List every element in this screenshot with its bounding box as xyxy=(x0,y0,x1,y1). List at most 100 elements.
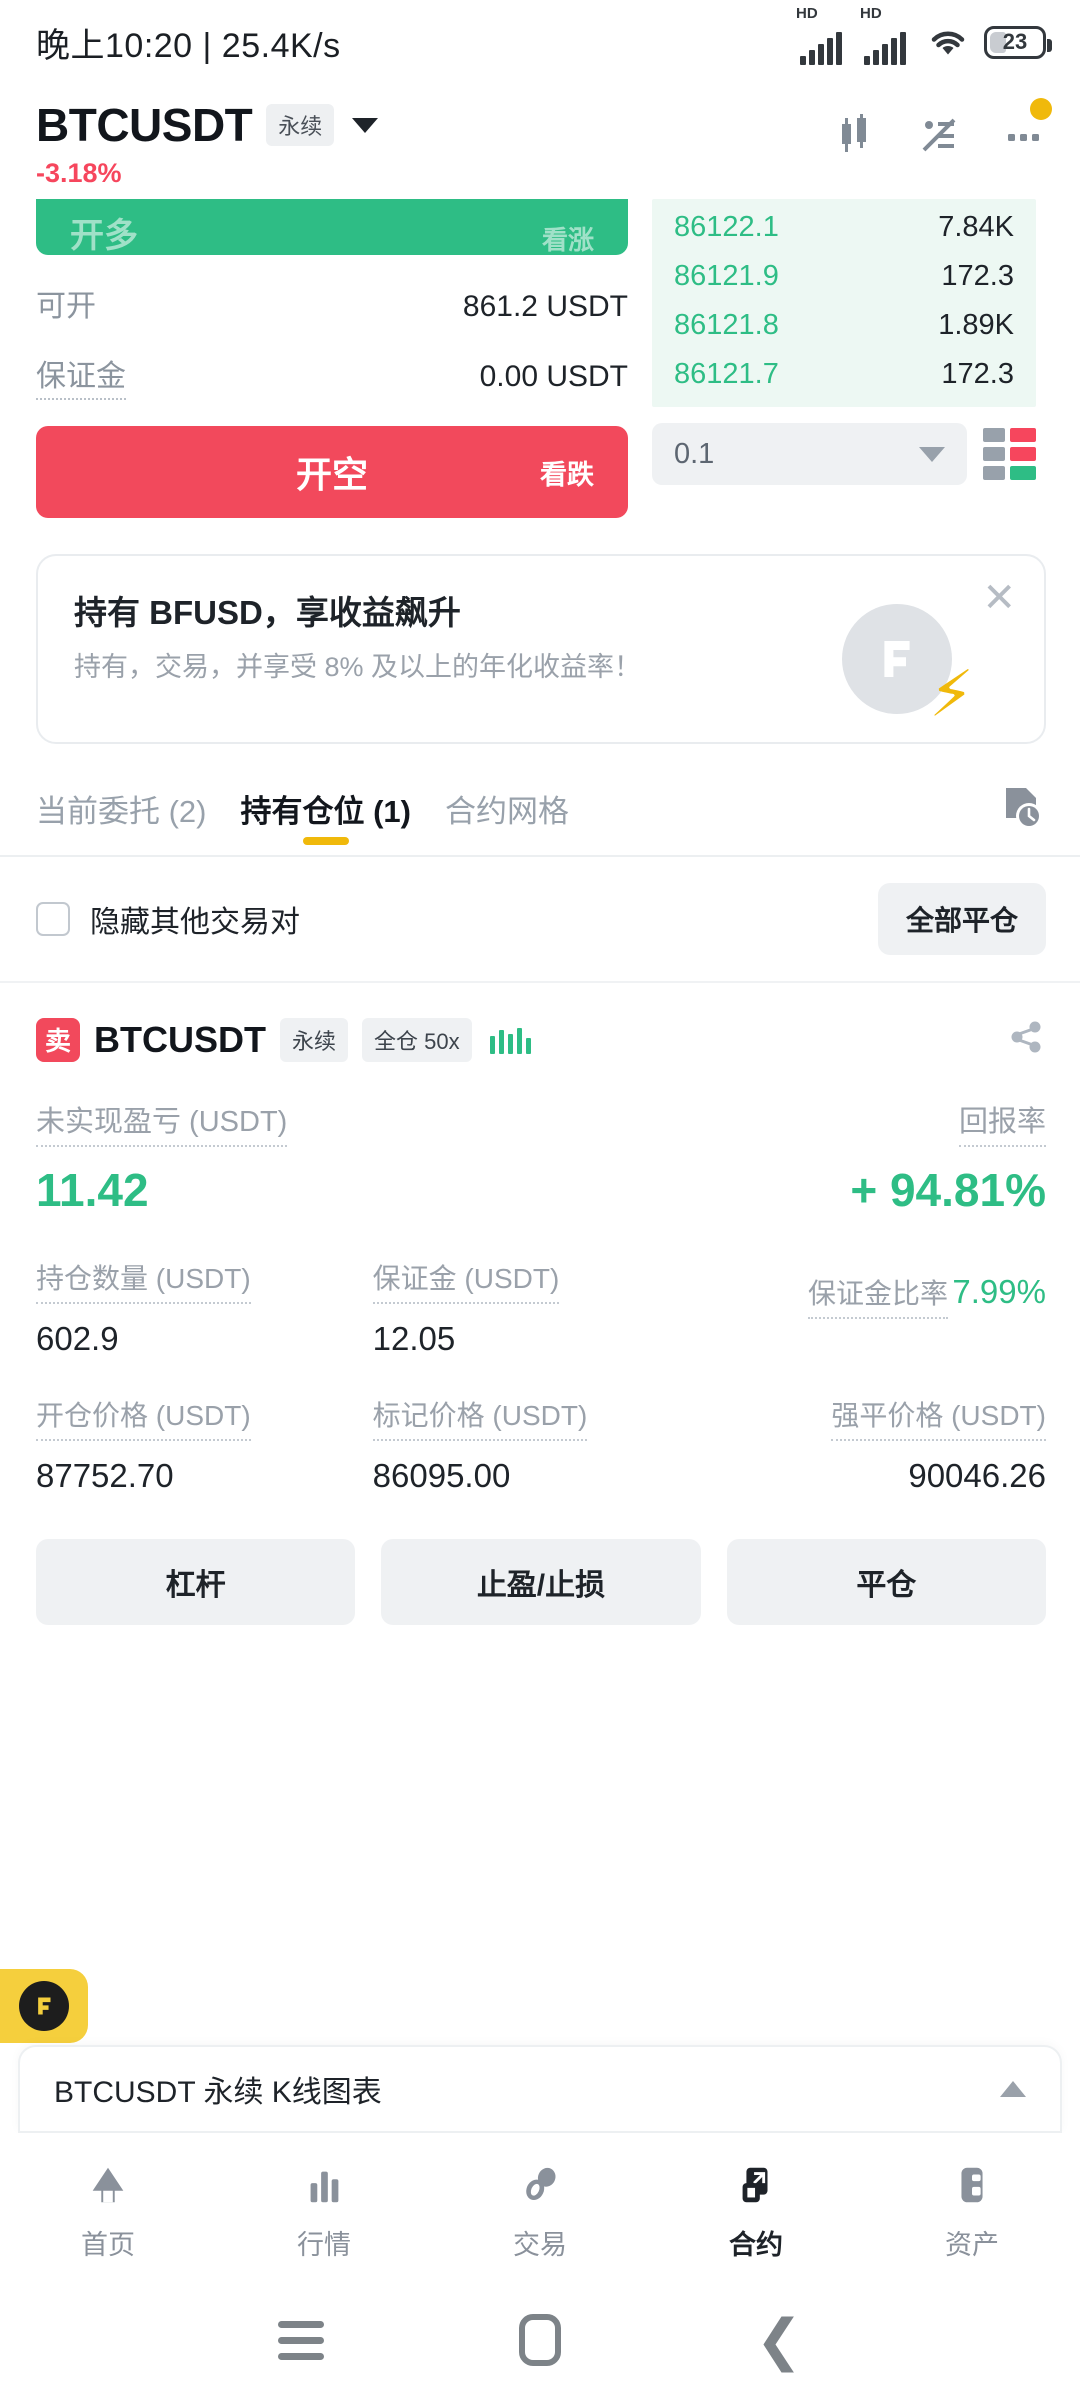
promo-banner[interactable]: 持有 BFUSD，享收益飙升 持有，交易，并享受 8% 及以上的年化收益率！ ✕… xyxy=(36,554,1046,744)
open-short-label: 开空 xyxy=(295,454,368,495)
position-card: 卖 BTCUSDT 永续 全仓 50x 未实现盈亏 (USDT) 11.42 回… xyxy=(0,983,1080,1625)
stat-cell: 保证金比率 7.99% xyxy=(709,1257,1046,1358)
margin-label: 保证金 xyxy=(36,351,126,400)
system-navigation-bar: ❮ xyxy=(0,2280,1080,2400)
position-stats-grid: 持仓数量 (USDT) 602.9 保证金 (USDT) 12.05 保证金比率… xyxy=(36,1257,1046,1495)
orderbook-row[interactable]: 86121.9 172.3 xyxy=(652,252,1036,301)
page-title[interactable]: BTCUSDT xyxy=(36,98,253,152)
stat-value: 12.05 xyxy=(372,1320,456,1357)
trade-panel: 开多 看涨 可开 861.2 USDT 保证金 0.00 USDT 开空 看跌 … xyxy=(0,199,1080,518)
binance-logo-icon[interactable] xyxy=(0,1969,88,2043)
orderbook-qty: 172.3 xyxy=(941,358,1014,390)
notification-dot xyxy=(1030,98,1052,120)
margin-value: 0.00 USDT xyxy=(479,360,628,393)
stat-cell: 标记价格 (USDT) 86095.00 xyxy=(372,1394,710,1495)
close-icon[interactable]: ✕ xyxy=(982,578,1016,618)
stat-cell: 开仓价格 (USDT) 87752.70 xyxy=(36,1394,373,1495)
trade-swap-icon xyxy=(517,2159,563,2211)
margin-row: 保证金 0.00 USDT xyxy=(36,351,628,400)
stat-value: 90046.26 xyxy=(908,1457,1046,1494)
tab-grid[interactable]: 合约网格 xyxy=(445,786,569,853)
position-header: 卖 BTCUSDT 永续 全仓 50x xyxy=(36,1017,1046,1062)
open-long-sub-label: 看涨 xyxy=(541,225,594,255)
orderbook-column: 86122.1 7.84K 86121.9 172.3 86121.8 1.89… xyxy=(652,199,1036,518)
hd-label-1: HD xyxy=(796,5,818,22)
share-icon[interactable] xyxy=(1006,1017,1046,1062)
signal-icon-2: HD xyxy=(860,5,906,65)
nav-item-trade[interactable]: 交易 xyxy=(460,2159,620,2262)
battery-icon: 23 xyxy=(984,25,1052,59)
orderbook-price: 86121.7 xyxy=(674,358,779,390)
stat-label: 保证金 (USDT) xyxy=(372,1257,560,1304)
orderbook-row[interactable]: 86121.8 1.89K xyxy=(652,301,1036,350)
app-header: BTCUSDT 永续 -3.18% xyxy=(0,84,1080,195)
hide-other-pairs-label: 隐藏其他交易对 xyxy=(90,906,300,939)
kline-chart-title: BTCUSDT 永续 K线图表 xyxy=(54,2076,382,2109)
tab-open-orders[interactable]: 当前委托 (2) xyxy=(36,786,207,853)
position-margin-mode[interactable]: 全仓 50x xyxy=(362,1017,472,1062)
hide-other-pairs-toggle[interactable]: 隐藏其他交易对 xyxy=(36,897,300,941)
open-short-button[interactable]: 开空 看跌 xyxy=(36,426,628,518)
stat-value: 87752.70 xyxy=(36,1457,174,1494)
orderbook-asks[interactable]: 86122.1 7.84K 86121.9 172.3 86121.8 1.89… xyxy=(652,199,1036,407)
tick-size-select[interactable]: 0.1 xyxy=(652,423,967,485)
trade-left-column: 开多 看涨 可开 861.2 USDT 保证金 0.00 USDT 开空 看跌 xyxy=(36,199,628,518)
open-short-sub-label: 看跌 xyxy=(540,459,594,490)
symbol-block[interactable]: BTCUSDT 永续 -3.18% xyxy=(36,98,379,189)
chevron-down-icon xyxy=(919,446,945,462)
stat-label: 标记价格 (USDT) xyxy=(372,1394,588,1441)
chevron-down-icon[interactable] xyxy=(352,117,379,133)
status-bar: 晚上10:20 | 25.4K/s HD HD 23 xyxy=(0,0,1080,84)
orderbook-price: 86122.1 xyxy=(674,211,779,243)
close-position-button[interactable]: 平仓 xyxy=(726,1539,1046,1625)
price-change-pct: -3.18% xyxy=(36,158,122,188)
roe-block: 回报率 + 94.81% xyxy=(850,1098,1046,1217)
nav-item-home[interactable]: 首页 xyxy=(28,2159,188,2262)
orderbook-price: 86121.8 xyxy=(674,309,779,341)
open-long-label: 开多 xyxy=(70,217,138,255)
order-history-icon[interactable] xyxy=(998,784,1046,855)
back-chevron-icon[interactable]: ❮ xyxy=(756,2312,803,2368)
nav-item-assets[interactable]: 资产 xyxy=(892,2159,1052,2262)
available-row: 可开 861.2 USDT xyxy=(36,281,628,325)
orderbook-qty: 7.84K xyxy=(938,211,1014,243)
home-square-icon[interactable] xyxy=(518,2314,561,2366)
app-screen: 晚上10:20 | 25.4K/s HD HD 23 BTCUSDT 永续 -3… xyxy=(0,0,1080,2400)
nav-label: 首页 xyxy=(81,2230,135,2260)
stat-label: 保证金比率 xyxy=(807,1272,948,1319)
contract-type-badge: 永续 xyxy=(266,104,335,146)
orderbook-layout-icon[interactable] xyxy=(983,428,1036,480)
tp-sl-button[interactable]: 止盈/止损 xyxy=(381,1539,701,1625)
order-settings-icon[interactable] xyxy=(916,112,962,158)
open-long-button[interactable]: 开多 看涨 xyxy=(36,199,628,255)
position-actions: 杠杆 止盈/止损 平仓 xyxy=(36,1539,1046,1625)
menu-icon[interactable] xyxy=(277,2312,324,2369)
stat-label: 强平价格 (USDT) xyxy=(831,1394,1046,1441)
unrealized-pnl-block: 未实现盈亏 (USDT) 11.42 xyxy=(36,1098,288,1217)
orderbook-controls: 0.1 xyxy=(652,423,1036,485)
stat-cell: 强平价格 (USDT) 90046.26 xyxy=(709,1394,1046,1495)
kline-chart-bar[interactable]: BTCUSDT 永续 K线图表 xyxy=(18,2045,1062,2133)
stat-label: 开仓价格 (USDT) xyxy=(36,1394,251,1441)
candlestick-chart-icon[interactable] xyxy=(832,112,878,158)
battery-level: 23 xyxy=(1002,29,1028,54)
markets-bars-icon xyxy=(301,2159,347,2211)
unrealized-pnl-label: 未实现盈亏 (USDT) xyxy=(36,1098,288,1147)
leverage-button[interactable]: 杠杆 xyxy=(36,1539,356,1625)
promo-subtitle: 持有，交易，并享受 8% 及以上的年化收益率！ xyxy=(74,652,642,682)
unrealized-pnl-value: 11.42 xyxy=(36,1164,149,1216)
hide-other-pairs-checkbox[interactable] xyxy=(36,902,70,936)
close-all-button[interactable]: 全部平仓 xyxy=(877,883,1046,955)
orderbook-row[interactable]: 86121.7 172.3 xyxy=(652,350,1036,399)
orderbook-row[interactable]: 86122.1 7.84K xyxy=(652,203,1036,252)
bfusd-bolt-icon: ⚡ xyxy=(842,604,974,726)
status-time-and-network: 晚上10:20 | 25.4K/s xyxy=(36,26,341,65)
nav-item-markets[interactable]: 行情 xyxy=(244,2159,404,2262)
nav-item-futures[interactable]: 合约 xyxy=(676,2159,836,2262)
available-value: 861.2 USDT xyxy=(462,290,628,323)
tab-positions[interactable]: 持有仓位 (1) xyxy=(241,786,412,853)
more-options-icon[interactable] xyxy=(1000,98,1052,158)
chevron-up-icon[interactable] xyxy=(1000,2081,1026,2097)
stat-cell: 持仓数量 (USDT) 602.9 xyxy=(36,1257,373,1358)
position-symbol[interactable]: BTCUSDT xyxy=(94,1019,266,1061)
